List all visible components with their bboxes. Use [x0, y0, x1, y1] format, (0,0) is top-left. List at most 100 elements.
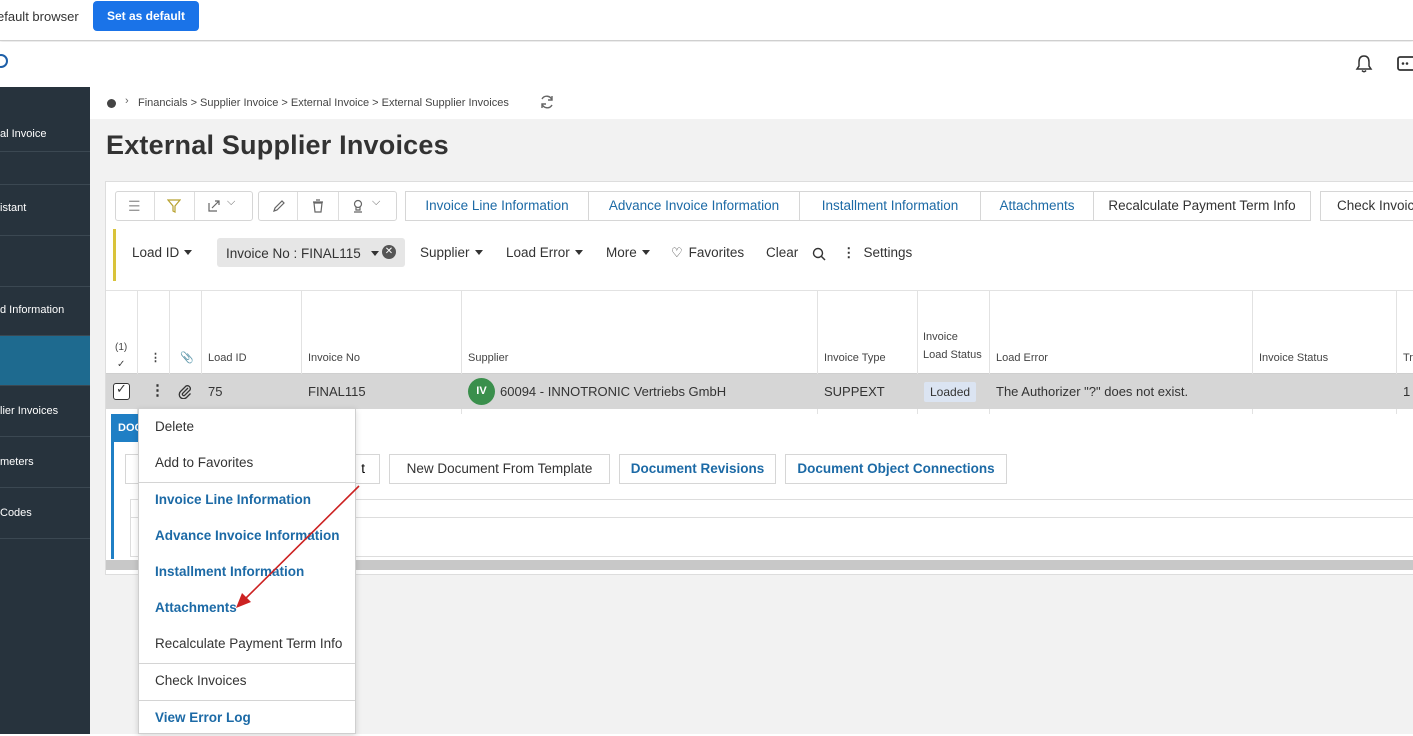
new-document-from-template-button[interactable]: New Document From Template — [389, 454, 610, 484]
chat-icon[interactable] — [1396, 54, 1413, 74]
menu-item-delete[interactable]: Delete — [139, 409, 355, 445]
list-icon[interactable]: ☰ — [128, 198, 141, 215]
sidebar-item-label: d Information — [0, 304, 65, 316]
sidebar-item-blank-2[interactable] — [0, 236, 90, 287]
supplier-filter-label: Supplier — [420, 245, 470, 260]
check-invoices-button[interactable]: Check Invoic — [1320, 191, 1413, 221]
favorites-filter[interactable]: ♡ Favorites — [671, 245, 744, 261]
column-header-invoice-load-status[interactable]: Invoice Load Status — [923, 329, 983, 364]
delete-icon[interactable] — [311, 199, 325, 213]
kebab-icon[interactable]: ⋮ — [150, 351, 161, 364]
paperclip-icon: 📎 — [180, 352, 194, 364]
export-icon[interactable] — [207, 199, 221, 213]
cell-invoice-no: FINAL115 — [308, 384, 366, 399]
sidebar-item-blank-1[interactable] — [0, 152, 90, 185]
invoice-line-information-button[interactable]: Invoice Line Information — [405, 191, 589, 221]
menu-item-attachments[interactable]: Attachments — [139, 590, 355, 626]
settings-menu[interactable]: ⋮ Settings — [842, 245, 912, 261]
refresh-icon[interactable] — [539, 94, 555, 110]
bell-icon[interactable] — [1354, 54, 1374, 74]
notification-text: efault browser — [0, 9, 79, 24]
settings-label: Settings — [863, 245, 913, 260]
caret-down-icon — [184, 250, 193, 255]
notification-bar: efault browser Set as default — [0, 0, 1413, 41]
row-context-menu: Delete Add to Favorites Invoice Line Inf… — [138, 408, 356, 734]
check-icon[interactable]: ✓ — [117, 359, 125, 370]
chevron-down-icon[interactable]: ⌵ — [372, 196, 380, 209]
document-object-connections-button[interactable]: Document Object Connections — [785, 454, 1007, 484]
cell-invoice-type: SUPPEXT — [824, 384, 885, 399]
column-header-invoice-status[interactable]: Invoice Status — [1259, 352, 1328, 364]
menu-item-view-error-log[interactable]: View Error Log — [139, 700, 355, 736]
document-revisions-button[interactable]: Document Revisions — [619, 454, 776, 484]
documents-accent — [111, 442, 114, 559]
menu-item-advance-invoice-information[interactable]: Advance Invoice Information — [139, 518, 355, 554]
more-filter[interactable]: More — [606, 245, 650, 260]
sidebar-item-label: istant — [0, 202, 27, 214]
sidebar-item-supplier-invoices[interactable]: lier Invoices — [0, 386, 90, 437]
menu-item-add-to-favorites[interactable]: Add to Favorites — [139, 445, 355, 481]
installment-information-button[interactable]: Installment Information — [799, 191, 981, 221]
column-header-load-id[interactable]: Load ID — [208, 352, 247, 364]
sidebar-item-label: meters — [0, 456, 34, 468]
chevron-right-icon: › — [125, 95, 129, 107]
filter-icon[interactable] — [167, 199, 181, 213]
edit-tools-group: ⌵ — [258, 191, 397, 221]
side-navigation: al Invoice istant d Information lier Inv… — [0, 87, 90, 734]
filter-bar: Load ID Invoice No : FINAL115 ✕ Supplier… — [113, 229, 1413, 281]
cell-tr: 1 — [1403, 384, 1411, 399]
clear-filter-link[interactable]: Clear — [766, 245, 798, 260]
supplier-avatar: IV — [468, 378, 495, 405]
sidebar-item-information[interactable]: d Information — [0, 287, 90, 336]
column-header-supplier[interactable]: Supplier — [468, 352, 508, 364]
cell-supplier[interactable]: 60094 - INNOTRONIC Vertriebs GmbH — [500, 384, 726, 399]
sidebar-item-codes[interactable]: Codes — [0, 488, 90, 539]
invoice-no-filter-chip[interactable]: Invoice No : FINAL115 ✕ — [217, 238, 405, 267]
column-header-invoice-no[interactable]: Invoice No — [308, 352, 360, 364]
sidebar-item-label: lier Invoices — [0, 405, 59, 417]
heart-icon: ♡ — [671, 245, 683, 260]
sidebar-item-parameters[interactable]: meters — [0, 437, 90, 488]
approval-icon[interactable] — [351, 199, 365, 213]
breadcrumb-path[interactable]: Financials > Supplier Invoice > External… — [138, 97, 509, 109]
sidebar-item-label: Codes — [0, 507, 32, 519]
page-title: External Supplier Invoices — [106, 130, 449, 160]
cell-load-error: The Authorizer "?" does not exist. — [996, 384, 1189, 399]
selected-count: (1) — [115, 342, 128, 353]
column-header-tr[interactable]: Tr — [1403, 352, 1413, 364]
app-header — [0, 42, 1413, 87]
caret-down-icon — [641, 250, 650, 255]
sidebar-item-assistant[interactable]: istant — [0, 185, 90, 236]
cell-load-id: 75 — [208, 384, 223, 399]
column-header-invoice-type[interactable]: Invoice Type — [824, 352, 886, 364]
menu-item-check-invoices[interactable]: Check Invoices — [139, 663, 355, 699]
advance-invoice-information-button[interactable]: Advance Invoice Information — [588, 191, 800, 221]
load-id-filter[interactable]: Load ID — [132, 245, 193, 260]
row-checkbox[interactable]: ✓ — [113, 381, 130, 400]
caret-down-icon — [474, 250, 483, 255]
edit-icon[interactable] — [272, 199, 286, 213]
sidebar-item-external-invoice[interactable]: al Invoice — [0, 87, 90, 152]
menu-item-invoice-line-information[interactable]: Invoice Line Information — [139, 482, 355, 518]
supplier-filter[interactable]: Supplier — [420, 245, 483, 260]
more-filter-label: More — [606, 245, 637, 260]
attachments-button[interactable]: Attachments — [980, 191, 1094, 221]
menu-item-recalculate-payment-term-info[interactable]: Recalculate Payment Term Info — [139, 626, 355, 662]
sidebar-item-active[interactable] — [0, 336, 90, 386]
table-row[interactable]: ✓ ⋮ 75 FINAL115 IV 60094 - INNOTRONIC Ve… — [106, 374, 1413, 409]
set-default-button[interactable]: Set as default — [93, 1, 199, 31]
view-tools-group: ☰ ⌵ — [115, 191, 253, 221]
search-icon[interactable] — [0, 54, 8, 68]
remove-filter-icon[interactable]: ✕ — [382, 245, 396, 259]
kebab-icon: ⋮ — [842, 245, 856, 260]
column-header-load-error[interactable]: Load Error — [996, 352, 1048, 364]
search-icon[interactable] — [812, 247, 826, 261]
paperclip-icon[interactable] — [178, 384, 192, 399]
chevron-down-icon[interactable]: ⌵ — [227, 196, 235, 209]
home-icon[interactable] — [107, 99, 116, 108]
caret-down-icon — [574, 250, 583, 255]
recalculate-payment-term-button[interactable]: Recalculate Payment Term Info — [1093, 191, 1311, 221]
load-error-filter[interactable]: Load Error — [506, 245, 583, 260]
menu-item-installment-information[interactable]: Installment Information — [139, 554, 355, 590]
row-menu-icon[interactable]: ⋮ — [150, 381, 165, 399]
